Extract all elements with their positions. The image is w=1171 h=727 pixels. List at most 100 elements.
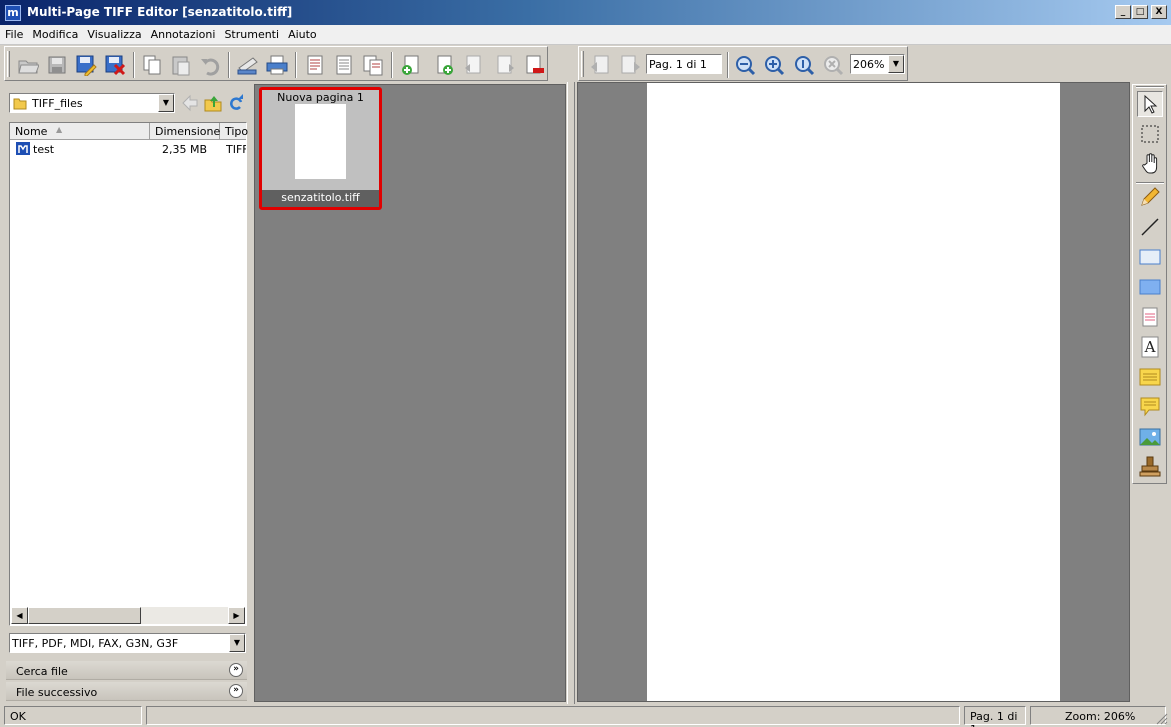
note-tool[interactable] [1137,364,1163,390]
delete-page-button[interactable] [521,52,547,78]
text-tool[interactable]: A [1137,334,1163,360]
filled-rectangle-tool[interactable] [1137,274,1163,300]
status-zoom: Zoom: 206% [1030,706,1166,725]
menu-strumenti[interactable]: Strumenti [219,25,283,41]
page-thumbnail[interactable]: Nuova pagina 1 senzatitolo.tiff [259,87,382,210]
previous-page-button[interactable] [587,52,613,78]
column-header-nome[interactable]: Nome ▲ [10,123,150,140]
file-size: 2,35 MB [162,143,208,156]
file-type-filter[interactable]: TIFF, PDF, MDI, FAX, G3N, G3F ▼ [9,633,246,653]
open-folder-button[interactable] [15,52,41,78]
page-canvas[interactable] [647,83,1060,701]
hand-icon [1142,153,1158,174]
rectangle-icon [1139,249,1161,265]
maximize-button[interactable]: □ [1132,5,1148,19]
folder-name: TIFF_files [32,97,83,110]
rectangle-tool[interactable] [1137,244,1163,270]
paste-button[interactable] [168,52,194,78]
page-indicator-field[interactable]: Pag. 1 di 1 [646,54,722,74]
line-icon [1141,218,1159,236]
image-tool[interactable] [1137,424,1163,450]
folder-icon [13,98,27,110]
minimize-button[interactable]: _ [1115,5,1131,19]
main-toolbar [4,46,548,81]
zoom-in-icon [765,56,785,76]
zoom-out-button[interactable] [732,52,758,78]
add-page-button[interactable] [398,52,424,78]
floppy-delete-icon [105,55,126,76]
fit-page-button[interactable] [820,52,846,78]
copy-button[interactable] [139,52,165,78]
save-button[interactable] [44,52,70,78]
scroll-right-icon[interactable]: ▶ [228,607,245,624]
page-text-button[interactable] [331,52,357,78]
callout-tool[interactable] [1137,394,1163,420]
pages-icon [363,55,383,76]
rect-select-tool[interactable] [1137,121,1163,147]
section-file-successivo[interactable]: File successivo » [6,682,247,701]
undo-button[interactable] [197,52,223,78]
section-cerca-file[interactable]: Cerca file » [6,661,247,680]
menu-file[interactable]: File [0,25,27,41]
app-logo-icon: m [5,5,21,21]
page-properties-button[interactable] [302,52,328,78]
pencil-tool[interactable] [1137,184,1163,210]
double-chevron-down-icon[interactable]: » [229,663,243,677]
save-as-button[interactable] [73,52,99,78]
menu-modifica[interactable]: Modifica [27,25,82,41]
stamp-tool[interactable] [1137,454,1163,480]
thumbnail-pane[interactable]: Nuova pagina 1 senzatitolo.tiff [254,84,566,702]
floppy-icon [48,56,66,74]
column-header-dimensione[interactable]: Dimensione [150,123,220,140]
horizontal-scrollbar[interactable]: ◀ ▶ [11,607,245,624]
chevron-down-icon[interactable]: ▼ [888,55,904,73]
toolbar-separator [391,52,393,78]
zoom-combo[interactable]: 206% ▼ [850,54,905,74]
actual-size-button[interactable] [791,52,817,78]
highlight-tool[interactable] [1137,304,1163,330]
insert-page-button[interactable] [431,52,457,78]
menu-visualizza[interactable]: Visualizza [82,25,145,41]
status-message: OK [4,706,142,725]
menu-annotazioni[interactable]: Annotazioni [146,25,220,41]
page-insert-icon [437,55,453,75]
scroll-left-icon[interactable]: ◀ [11,607,28,624]
close-button[interactable]: X [1151,5,1167,19]
zoom-in-button[interactable] [761,52,787,78]
parent-folder-button[interactable] [204,94,222,112]
page-next-icon [621,55,640,74]
double-chevron-down-icon[interactable]: » [229,684,243,698]
toolbar-grip[interactable] [581,51,584,77]
zoom-out-icon [736,56,756,76]
move-page-last-button[interactable] [492,52,518,78]
select-tool[interactable] [1137,91,1163,117]
chevron-down-icon[interactable]: ▼ [158,94,174,112]
close-file-button[interactable] [102,52,128,78]
marquee-select-icon [1141,125,1159,143]
chevron-down-icon[interactable]: ▼ [229,634,245,652]
toolbar-grip[interactable] [7,51,10,77]
folder-open-icon [18,60,39,74]
file-list[interactable]: Nome ▲ Dimensione Tipo test 2,35 MB TIFF… [9,122,248,626]
column-header-tipo[interactable]: Tipo [220,123,248,140]
svg-text:A: A [1144,338,1156,356]
move-page-first-button[interactable] [460,52,486,78]
print-button[interactable] [264,52,290,78]
pan-tool[interactable] [1137,151,1163,177]
menu-aiuto[interactable]: Aiuto [283,25,321,41]
page-view[interactable] [577,82,1130,702]
thumbnail-title: Nuova pagina 1 [277,91,364,104]
splitter[interactable] [567,82,575,704]
scroll-thumb[interactable] [28,607,141,624]
next-page-button[interactable] [617,52,643,78]
refresh-button[interactable] [227,94,245,112]
resize-grip-icon[interactable] [1156,713,1168,725]
scan-button[interactable] [235,52,261,78]
folder-combo[interactable]: TIFF_files ▼ [9,93,175,113]
status-page: Pag. 1 di 1 [964,706,1026,727]
line-tool[interactable] [1137,214,1163,240]
back-button[interactable] [181,94,199,112]
page-text-icon [336,55,352,75]
toolbar-grip[interactable] [1136,86,1164,88]
page-copy-button[interactable] [360,52,386,78]
